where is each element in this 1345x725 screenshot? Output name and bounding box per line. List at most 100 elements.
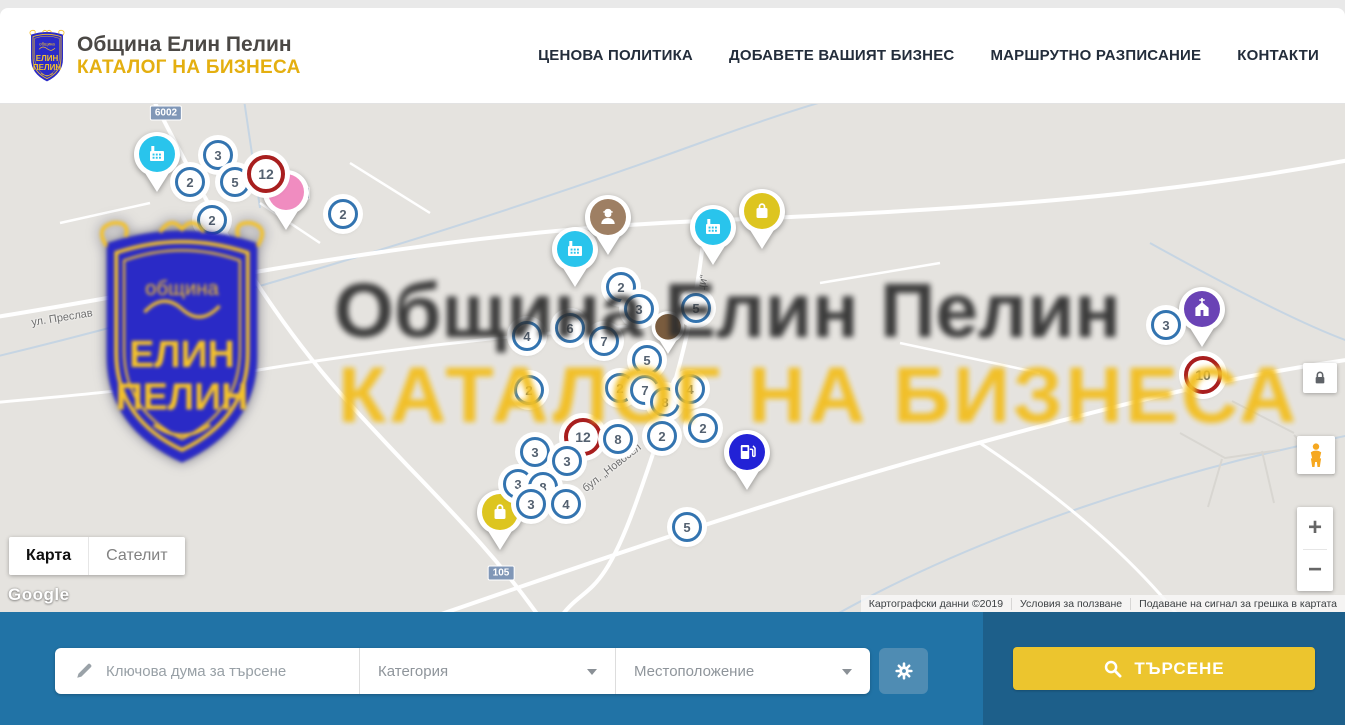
brand-subtitle: КАТАЛОГ НА БИЗНЕСА: [77, 57, 301, 79]
cluster-marker[interactable]: 3: [552, 446, 582, 476]
category-select[interactable]: Категория: [360, 648, 616, 694]
cluster-marker[interactable]: 3: [516, 489, 546, 519]
cluster-count: 3: [635, 302, 642, 317]
brand-text: Община Елин Пелин КАТАЛОГ НА БИЗНЕСА: [77, 33, 301, 79]
cluster-count: 8: [661, 395, 668, 410]
cluster-count: 6: [566, 321, 573, 336]
municipality-emblem-icon: община ЕЛИН ПЕЛИН: [27, 28, 67, 84]
cluster-marker[interactable]: 4: [512, 321, 542, 351]
keyword-section: [55, 648, 360, 694]
cluster-marker[interactable]: 4: [675, 374, 705, 404]
cluster-count: 2: [658, 429, 665, 444]
cluster-marker[interactable]: 3: [203, 140, 233, 170]
cluster-marker[interactable]: 3: [1151, 310, 1181, 340]
cluster-count: 3: [527, 497, 534, 512]
road-number-badge: 6002: [150, 106, 182, 121]
search-panel: Категория Местоположение: [55, 648, 870, 694]
cluster-marker[interactable]: 5: [681, 293, 711, 323]
zoom-out-button[interactable]: −: [1297, 550, 1333, 592]
cluster-count: 3: [1162, 318, 1169, 333]
search-icon: [1103, 659, 1122, 678]
cluster-count: 2: [525, 383, 532, 398]
zoom-control: + −: [1297, 507, 1333, 591]
cluster-marker[interactable]: 2: [197, 205, 227, 235]
map-pin-worker[interactable]: [582, 194, 634, 261]
lock-icon: [1312, 370, 1328, 386]
cluster-marker[interactable]: 4: [551, 489, 581, 519]
map-type-satellite-button[interactable]: Сателит: [88, 537, 184, 575]
cluster-count: 2: [208, 213, 215, 228]
cluster-count: 2: [699, 421, 706, 436]
map-pin-church[interactable]: [1176, 286, 1228, 353]
cluster-count: 2: [339, 207, 346, 222]
cluster-count: 12: [258, 166, 274, 182]
keyword-search-input[interactable]: [106, 663, 359, 680]
map-pin-bag[interactable]: [736, 188, 788, 255]
cluster-marker[interactable]: 5: [672, 512, 702, 542]
cluster-count: 2: [616, 381, 623, 396]
map-type-control: Карта Сателит: [9, 537, 185, 575]
cluster-marker[interactable]: 2: [688, 413, 718, 443]
zoom-in-button[interactable]: +: [1297, 507, 1333, 549]
map-pin-factory[interactable]: [131, 131, 183, 198]
nav-item[interactable]: КОНТАКТИ: [1237, 47, 1319, 64]
map-pin-fuel[interactable]: [721, 429, 773, 496]
cluster-marker[interactable]: 8: [603, 424, 633, 454]
cluster-count: 5: [643, 353, 650, 368]
cluster-marker[interactable]: 2: [328, 199, 358, 229]
map[interactable]: община ЕЛИН ПЕЛИН Община Елин Пелин КАТА…: [0, 103, 1345, 612]
attribution-text: Картографски данни ©2019: [861, 598, 1011, 610]
nav-item[interactable]: ЦЕНОВА ПОЛИТИКА: [538, 47, 693, 64]
pegman-control[interactable]: [1297, 436, 1335, 474]
cluster-marker[interactable]: 7: [589, 326, 619, 356]
chevron-down-icon: [842, 669, 852, 675]
cluster-marker[interactable]: 6: [555, 313, 585, 343]
nav-item[interactable]: МАРШРУТНО РАЗПИСАНИЕ: [990, 47, 1201, 64]
search-bar-left: Категория Местоположение: [0, 612, 983, 725]
map-attribution: Картографски данни ©2019Условия за ползв…: [861, 595, 1345, 612]
svg-text:община: община: [39, 41, 55, 46]
svg-text:ЕЛИН: ЕЛИН: [36, 54, 59, 63]
header: община ЕЛИН ПЕЛИН Община Елин Пелин КАТА…: [0, 8, 1345, 103]
street-view-lock-button[interactable]: [1303, 363, 1337, 393]
cluster-marker[interactable]: 10: [1184, 356, 1222, 394]
cluster-marker[interactable]: 12: [247, 155, 285, 193]
cluster-marker[interactable]: 2: [175, 167, 205, 197]
advanced-search-button[interactable]: [879, 648, 928, 694]
cluster-count: 7: [641, 383, 648, 398]
cluster-count: 4: [562, 497, 569, 512]
cluster-count: 4: [686, 382, 693, 397]
cluster-count: 4: [523, 329, 530, 344]
cluster-count: 10: [1195, 367, 1211, 383]
cluster-marker[interactable]: 5: [632, 345, 662, 375]
map-pin-factory[interactable]: [687, 204, 739, 271]
cluster-marker[interactable]: 3: [624, 294, 654, 324]
cluster-count: 8: [614, 432, 621, 447]
cluster-marker[interactable]: 3: [520, 437, 550, 467]
chevron-down-icon: [587, 669, 597, 675]
search-submit-button[interactable]: ТЪРСЕНЕ: [1013, 647, 1315, 690]
page: община ЕЛИН ПЕЛИН Община Елин Пелин КАТА…: [0, 0, 1345, 725]
search-bar-right: ТЪРСЕНЕ: [983, 612, 1345, 725]
main-nav: ЦЕНОВА ПОЛИТИКА ДОБАВЕТЕ ВАШИЯТ БИЗНЕС МАР…: [538, 47, 1319, 64]
cluster-marker[interactable]: 5: [220, 167, 250, 197]
cluster-count: 2: [186, 175, 193, 190]
cluster-marker[interactable]: 2: [647, 421, 677, 451]
attribution-link[interactable]: Подаване на сигнал за грешка в картата: [1130, 598, 1345, 610]
cluster-count: 12: [575, 429, 591, 445]
cluster-count: 5: [692, 301, 699, 316]
svg-text:ПЕЛИН: ПЕЛИН: [33, 63, 61, 72]
cluster-count: 5: [683, 520, 690, 535]
category-select-value: Категория: [378, 663, 448, 680]
nav-item[interactable]: ДОБАВЕТЕ ВАШИЯТ БИЗНЕС: [729, 47, 954, 64]
site-logo[interactable]: община ЕЛИН ПЕЛИН Община Елин Пелин КАТА…: [27, 28, 301, 84]
location-select[interactable]: Местоположение: [616, 648, 870, 694]
cluster-marker[interactable]: 2: [514, 375, 544, 405]
gear-icon: [893, 660, 915, 682]
brand-title: Община Елин Пелин: [77, 33, 301, 57]
cluster-count: 2: [617, 280, 624, 295]
attribution-link[interactable]: Условия за ползване: [1011, 598, 1130, 610]
search-submit-label: ТЪРСЕНЕ: [1134, 659, 1224, 679]
map-type-map-button[interactable]: Карта: [9, 537, 88, 575]
location-select-value: Местоположение: [634, 663, 754, 680]
